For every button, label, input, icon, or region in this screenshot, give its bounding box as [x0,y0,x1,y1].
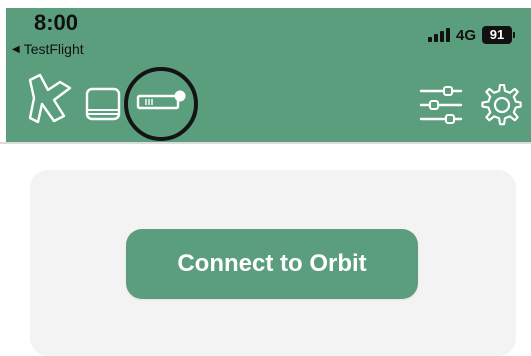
gear-icon[interactable] [481,84,523,126]
sliders-icon[interactable] [418,84,464,126]
book-icon[interactable] [84,86,122,122]
signal-icon [427,28,450,42]
header-divider [0,142,531,144]
status-indicators: 4G 91 [427,26,515,44]
connect-to-orbit-button[interactable]: Connect to Orbit [126,229,418,299]
plane-icon[interactable] [26,72,74,126]
highlight-circle [124,67,198,141]
battery-icon: 91 [482,26,515,44]
network-label: 4G [455,26,476,44]
status-time: 8:00 [34,10,79,35]
back-app-label: TestFlight [23,41,84,57]
back-triangle-icon: ◀ [12,43,20,55]
battery-level: 91 [482,26,512,44]
back-to-app[interactable]: ◀ TestFlight [12,41,84,57]
